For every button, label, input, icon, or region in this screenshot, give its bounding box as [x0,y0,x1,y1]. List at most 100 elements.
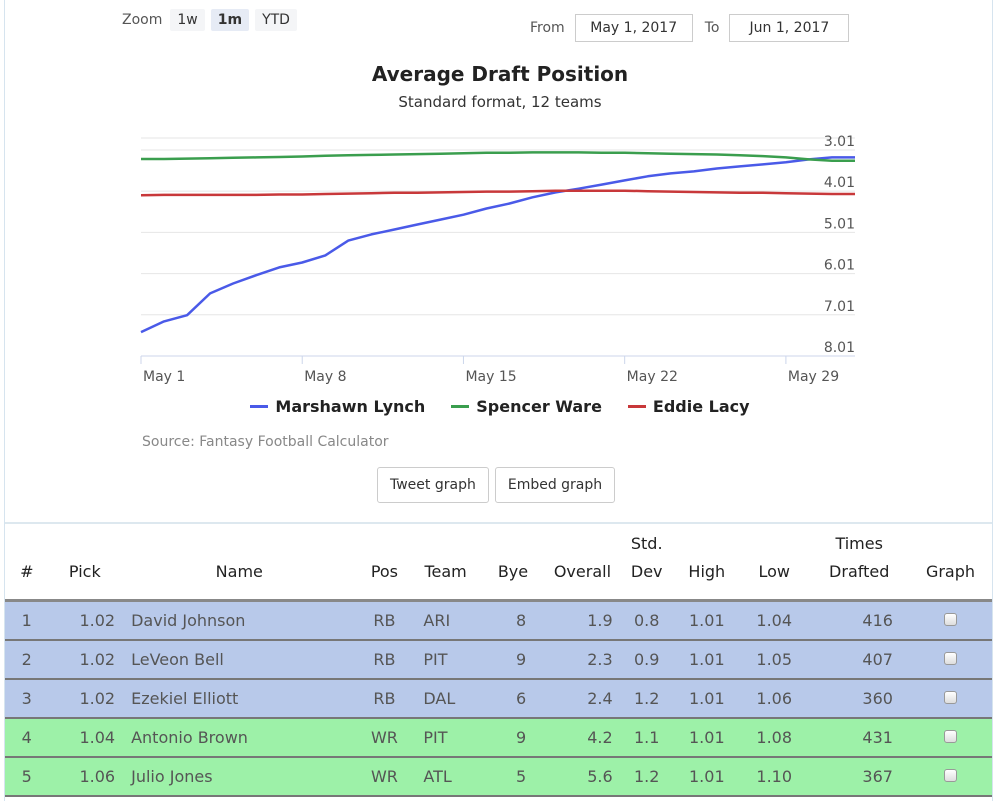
col-header-bye[interactable]: Bye [480,530,546,601]
graph-actions: Tweet graph Embed graph [377,467,616,503]
cell-std: 0.9 [618,639,675,680]
cell-high: 1.01 [674,756,739,797]
cell-bye: 8 [479,600,547,641]
cell-graph [908,678,992,719]
cell-times: 416 [809,600,909,641]
x-tick-label: May 1 [143,369,185,385]
col-header-std-dev[interactable]: Std. Dev [619,530,675,601]
cell-low: 1.06 [738,678,810,719]
graph-checkbox[interactable] [943,729,957,743]
y-tick-label: 8.01 [824,340,855,356]
cell-std: 1.1 [618,717,675,758]
table-row[interactable]: 5 1.06 Julio Jones WR ATL 5 5.6 1.2 1.01 1.10 367 [5,756,992,797]
cell-graph [908,756,992,797]
cell-graph [908,717,992,758]
embed-graph-button[interactable]: Embed graph [494,467,616,503]
graph-checkbox[interactable] [943,651,957,665]
cell-name[interactable]: LeVeon Bell [121,639,358,680]
cell-team: PIT [411,717,480,758]
col-header-team[interactable]: Team [411,530,479,601]
table-row[interactable]: 1 1.02 David Johnson RB ARI 8 1.9 0.8 1.01 1.04 41… [5,600,992,641]
adp-table: # Pick Name Pos Team Bye Overall Std. Dev… [5,530,992,797]
cell-low: 1.10 [738,756,810,797]
cell-std: 0.8 [618,600,675,641]
cell-name[interactable]: David Johnson [121,600,358,641]
std-top: Std. [630,534,663,553]
cell-pos: RB [357,678,412,719]
cell-high: 1.01 [674,639,739,680]
cell-times: 407 [809,639,909,680]
cell-low: 1.05 [738,639,810,680]
col-header-name[interactable]: Name [121,530,357,601]
cell-pick: 1.06 [48,756,122,797]
table-row[interactable]: 3 1.02 Ezekiel Elliott RB DAL 6 2.4 1.2 1.01 1.06… [5,678,992,719]
col-header-high[interactable]: High [675,530,739,601]
x-tick-label: May 29 [788,369,839,385]
cell-name[interactable]: Ezekiel Elliott [121,678,358,719]
series-line-marshawn-lynch [140,156,855,334]
col-header-pick[interactable]: Pick [49,530,122,601]
cell-name[interactable]: Julio Jones [121,756,358,797]
y-tick-label: 6.01 [824,258,855,274]
legend-item-marshawn-lynch[interactable]: Marshawn Lynch [250,397,425,416]
table-row[interactable]: 2 1.02 LeVeon Bell RB PIT 9 2.3 0.9 1.01 1.05 407 [5,639,992,680]
cell-overall: 5.6 [546,756,619,797]
y-tick-label: 7.01 [824,299,855,315]
y-tick-label: 5.01 [824,216,855,232]
times-top: Times [835,534,883,553]
cell-high: 1.01 [674,717,739,758]
x-tick-label: May 8 [304,369,346,385]
graph-checkbox[interactable] [943,690,957,704]
cell-pick: 1.02 [48,639,122,680]
cell-num: 5 [5,756,49,797]
cell-team: ATL [411,756,480,797]
table-header-row: # Pick Name Pos Team Bye Overall Std. Dev… [5,530,992,601]
chart-source: Source: Fantasy Football Calculator [142,434,389,450]
cell-num: 3 [5,678,49,719]
cell-low: 1.04 [738,600,810,641]
cell-bye: 5 [479,756,547,797]
legend-label: Spencer Ware [476,397,602,416]
x-tick-label: May 15 [465,369,516,385]
col-header-times-drafted[interactable]: Times Drafted [809,530,909,601]
legend-item-spencer-ware[interactable]: Spencer Ware [451,397,602,416]
tweet-graph-button[interactable]: Tweet graph [377,467,489,503]
col-header-overall[interactable]: Overall [546,530,619,601]
graph-checkbox[interactable] [943,768,957,782]
cell-std: 1.2 [618,678,675,719]
col-header-graph: Graph [925,562,976,581]
cell-pos: RB [357,600,412,641]
y-tick-label: 4.01 [824,175,855,191]
cell-std: 1.2 [618,756,675,797]
col-header-rank[interactable]: # [5,530,49,601]
table-row[interactable]: 4 1.04 Antonio Brown WR PIT 9 4.2 1.1 1.01 1.08 43… [5,717,992,758]
legend-label: Marshawn Lynch [275,397,426,416]
cell-graph [908,600,992,641]
cell-team: PIT [411,639,480,680]
cell-high: 1.01 [674,678,739,719]
graph-checkbox[interactable] [943,612,957,626]
col-header-pos[interactable]: Pos [357,530,411,601]
cell-overall: 4.2 [546,717,619,758]
legend-item-eddie-lacy[interactable]: Eddie Lacy [627,397,750,416]
series-line-spencer-ware [141,151,855,162]
cell-bye: 6 [479,678,547,719]
legend-swatch [627,405,646,408]
cell-overall: 2.4 [546,678,619,719]
cell-high: 1.01 [674,600,739,641]
cell-times: 360 [809,678,909,719]
chart-legend: Marshawn Lynch Spencer Ware Eddie Lacy [0,397,1000,416]
cell-num: 4 [5,717,49,758]
cell-name[interactable]: Antonio Brown [121,717,358,758]
cell-low: 1.08 [738,717,810,758]
y-tick-label: 3.01 [824,134,855,150]
cell-num: 2 [5,639,49,680]
col-header-low[interactable]: Low [739,530,810,601]
legend-swatch [250,405,269,408]
cell-pos: WR [357,717,412,758]
cell-overall: 1.9 [546,600,619,641]
cell-pos: RB [357,639,412,680]
cell-team: DAL [411,678,480,719]
times-bottom: Drafted [829,562,890,581]
section-divider [5,522,992,524]
